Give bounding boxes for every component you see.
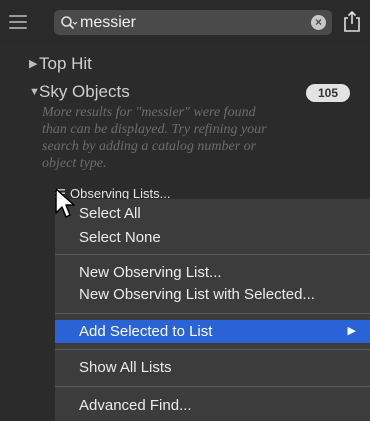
- menu-item-add-selected-to-list[interactable]: Add Selected to List ▶: [55, 320, 370, 343]
- menu-separator: [55, 386, 370, 387]
- search-input[interactable]: messier: [80, 14, 136, 32]
- context-menu: Select All Select None New Observing Lis…: [55, 199, 370, 421]
- search-icon: [61, 16, 78, 30]
- search-field[interactable]: messier ×: [54, 10, 332, 35]
- clear-icon[interactable]: ×: [311, 15, 326, 30]
- top-hit-section[interactable]: ▶Top Hit: [29, 54, 92, 74]
- menu-item-label: Add Selected to List: [79, 323, 213, 340]
- menu-separator: [55, 349, 370, 350]
- menu-separator: [55, 313, 370, 314]
- submenu-arrow-icon: ▶: [347, 325, 356, 337]
- count-badge: 105: [306, 84, 350, 102]
- disclosure-icon[interactable]: ▼: [29, 86, 40, 98]
- menu-item-new-observing-list[interactable]: New Observing List...: [55, 263, 370, 283]
- results-notice: More results for "messier" were found th…: [42, 105, 267, 171]
- disclosure-icon[interactable]: ▶: [29, 57, 39, 70]
- menu-item-select-all[interactable]: Select All: [55, 204, 370, 224]
- menu-separator: [55, 254, 370, 255]
- cursor-icon: [55, 188, 75, 218]
- share-icon[interactable]: [343, 10, 361, 32]
- menu-item-new-list-with-selected[interactable]: New Observing List with Selected...: [55, 285, 370, 305]
- sky-objects-label: Sky Objects: [39, 82, 130, 101]
- menu-item-show-all-lists[interactable]: Show All Lists: [55, 358, 370, 378]
- hamburger-icon[interactable]: [9, 15, 27, 29]
- top-hit-label: Top Hit: [39, 54, 92, 73]
- menu-item-select-none[interactable]: Select None: [55, 228, 370, 248]
- menu-item-advanced-find[interactable]: Advanced Find...: [55, 396, 370, 416]
- sky-objects-section[interactable]: ▼Sky Objects: [29, 82, 130, 102]
- toolbar: messier ×: [0, 0, 370, 44]
